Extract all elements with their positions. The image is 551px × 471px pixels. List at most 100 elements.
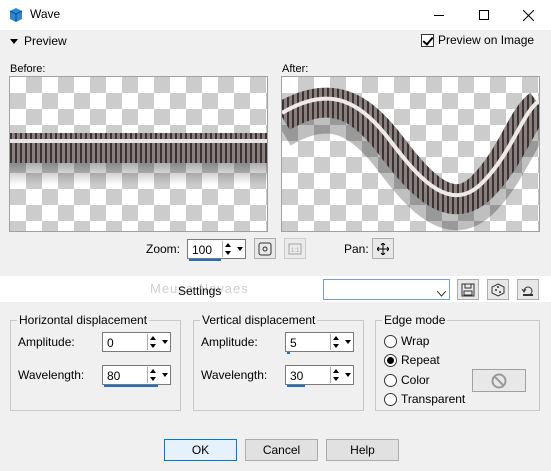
close-button[interactable] xyxy=(506,0,551,30)
window-title: Wave xyxy=(30,7,61,21)
before-image xyxy=(10,133,267,185)
horizontal-wavelength-dropdown[interactable] xyxy=(160,367,169,383)
edge-transparent-label: Transparent xyxy=(401,392,466,406)
save-preset-button[interactable] xyxy=(457,279,479,300)
vertical-amplitude-dropdown[interactable] xyxy=(343,334,352,350)
chevron-down-icon xyxy=(436,286,447,300)
vertical-group-title: Vertical displacement xyxy=(200,313,318,327)
pan-button[interactable] xyxy=(372,238,394,259)
dropdown-arrow-icon xyxy=(161,340,168,344)
reset-button[interactable] xyxy=(517,279,539,300)
disabled-icon xyxy=(491,373,507,388)
edge-repeat-option[interactable]: Repeat xyxy=(384,353,440,367)
up-arrow-icon xyxy=(150,336,156,340)
help-button[interactable]: Help xyxy=(326,439,399,461)
dropdown-arrow-icon xyxy=(236,247,243,251)
radio-wrap[interactable] xyxy=(384,334,397,348)
dice-icon xyxy=(491,282,505,297)
radio-color[interactable] xyxy=(384,373,397,387)
radio-transparent[interactable] xyxy=(384,392,397,406)
preview-on-image-checkbox[interactable]: Preview on Image xyxy=(421,33,534,47)
preview-on-image-label: Preview on Image xyxy=(438,33,535,47)
zoom-spin-arrows[interactable] xyxy=(222,241,233,257)
horizontal-amplitude-dropdown[interactable] xyxy=(160,334,169,350)
horizontal-wavelength-input[interactable]: 80 xyxy=(102,365,171,387)
horizontal-amplitude-label: Amplitude: xyxy=(18,335,75,349)
maximize-icon xyxy=(478,10,489,20)
preview-toggle[interactable]: Preview xyxy=(10,34,67,48)
svg-text:1:1: 1:1 xyxy=(291,248,300,254)
down-arrow-icon xyxy=(333,344,339,348)
preview-toggle-label: Preview xyxy=(24,34,67,48)
dropdown-arrow-icon xyxy=(161,373,168,377)
vertical-wavelength-arrows[interactable] xyxy=(330,367,341,383)
edge-color-option[interactable]: Color xyxy=(384,373,430,387)
edge-mode-title: Edge mode xyxy=(382,313,448,327)
horizontal-wavelength-arrows[interactable] xyxy=(147,367,158,383)
zoom-dropdown[interactable] xyxy=(235,241,244,257)
app-icon xyxy=(9,8,23,22)
cancel-button[interactable]: Cancel xyxy=(245,439,318,461)
edge-color-swatch[interactable] xyxy=(472,369,526,392)
zoom-value: 100 xyxy=(192,243,213,257)
zoom-spinbox[interactable]: 100 xyxy=(187,239,246,261)
horizontal-amplitude-value: 0 xyxy=(107,336,114,350)
vertical-wavelength-bar xyxy=(287,385,305,387)
dropdown-arrow-icon xyxy=(344,340,351,344)
dropdown-arrow-icon xyxy=(344,373,351,377)
up-arrow-icon xyxy=(225,243,231,247)
maximize-button[interactable] xyxy=(461,0,506,30)
close-icon xyxy=(523,9,534,21)
save-icon xyxy=(461,283,475,296)
vertical-wavelength-input[interactable]: 30 xyxy=(285,365,354,387)
fit-icon xyxy=(258,242,272,255)
horizontal-amplitude-arrows[interactable] xyxy=(147,334,158,350)
reset-icon xyxy=(521,286,533,296)
down-arrow-icon xyxy=(225,251,231,255)
up-arrow-icon xyxy=(150,369,156,373)
edge-repeat-label: Repeat xyxy=(401,353,440,367)
settings-dropdown[interactable] xyxy=(323,279,450,300)
horizontal-group-title: Horizontal displacement xyxy=(17,313,150,327)
horizontal-wavelength-bar xyxy=(104,385,158,387)
zoom-label: Zoom: xyxy=(146,242,181,256)
horizontal-wavelength-value: 80 xyxy=(107,369,121,383)
zoom-fit-button[interactable] xyxy=(254,238,276,259)
down-arrow-icon xyxy=(333,377,339,381)
randomize-button[interactable] xyxy=(487,279,509,300)
radio-repeat[interactable] xyxy=(384,353,397,367)
edge-wrap-label: Wrap xyxy=(401,334,430,348)
edge-transparent-option[interactable]: Transparent xyxy=(384,392,465,406)
vertical-wavelength-value: 30 xyxy=(290,369,304,383)
minimize-icon xyxy=(433,14,444,16)
vertical-amplitude-label: Amplitude: xyxy=(201,335,258,349)
after-preview[interactable] xyxy=(281,76,540,232)
zoom-slider-bar xyxy=(189,259,221,261)
edge-color-label: Color xyxy=(401,373,430,387)
horizontal-wavelength-label: Wavelength: xyxy=(18,368,85,382)
vertical-amplitude-arrows[interactable] xyxy=(330,334,341,350)
vertical-amplitude-bar xyxy=(287,352,290,354)
before-label: Before: xyxy=(10,63,46,75)
down-arrow-icon xyxy=(150,344,156,348)
minimize-button[interactable] xyxy=(416,0,461,30)
actual-size-icon: 1:1 xyxy=(288,243,302,254)
vertical-amplitude-input[interactable]: 5 xyxy=(285,332,354,354)
before-preview[interactable] xyxy=(9,76,268,232)
vertical-wavelength-label: Wavelength: xyxy=(201,368,268,382)
horizontal-amplitude-input[interactable]: 0 xyxy=(102,332,171,352)
zoom-actual-button[interactable]: 1:1 xyxy=(284,238,306,259)
checkbox-box[interactable] xyxy=(421,33,434,47)
up-arrow-icon xyxy=(333,336,339,340)
down-arrow-icon xyxy=(150,377,156,381)
edge-wrap-option[interactable]: Wrap xyxy=(384,334,429,348)
vertical-amplitude-value: 5 xyxy=(290,336,297,350)
vertical-wavelength-dropdown[interactable] xyxy=(343,367,352,383)
ok-button[interactable]: OK xyxy=(164,439,237,461)
settings-label: Settings xyxy=(178,284,222,298)
up-arrow-icon xyxy=(333,369,339,373)
after-image xyxy=(282,87,539,231)
pan-label: Pan: xyxy=(344,242,369,256)
collapse-triangle-icon xyxy=(10,38,18,44)
move-icon xyxy=(377,242,389,255)
